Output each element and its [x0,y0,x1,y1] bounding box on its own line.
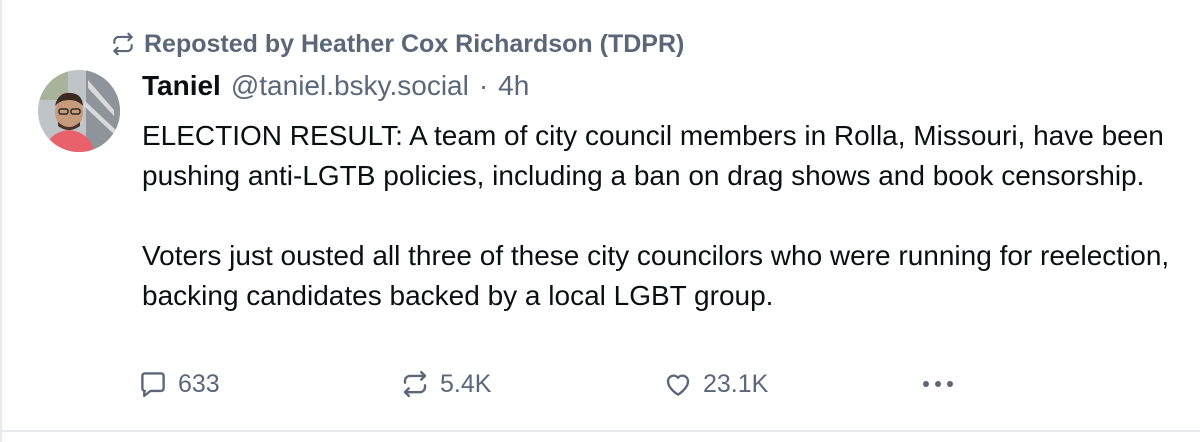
repost-icon [110,31,136,57]
reply-button[interactable]: 633 [138,362,220,406]
header-separator: · [478,70,489,101]
bottom-divider [0,430,1200,432]
post-paragraph: Voters just ousted all three of these ci… [142,240,1170,311]
avatar[interactable] [38,70,120,152]
like-button[interactable]: 23.1K [663,362,768,406]
author-handle[interactable]: @taniel.bsky.social [231,70,469,102]
more-options-button[interactable] [918,362,958,406]
reply-count: 633 [178,369,220,398]
post-body: ELECTION RESULT: A team of city council … [142,116,1182,316]
repost-button[interactable]: 5.4K [400,362,491,406]
repost-indicator[interactable]: Reposted by Heather Cox Richardson (TDPR… [110,28,684,60]
repost-label: Reposted by Heather Cox Richardson (TDPR… [144,29,685,58]
reply-icon [138,369,168,399]
post-card[interactable]: Reposted by Heather Cox Richardson (TDPR… [0,0,1200,442]
post-paragraph: ELECTION RESULT: A team of city council … [142,120,1164,191]
author-display-name[interactable]: Taniel [142,70,221,102]
like-icon [663,369,693,399]
repost-count: 5.4K [440,369,492,398]
more-icon [918,369,958,399]
left-divider [0,0,2,442]
post-actions: 633 5.4K 23.1K [138,362,978,406]
post-header: Taniel @taniel.bsky.social · 4h [142,70,529,106]
repost-icon [400,369,430,399]
like-count: 23.1K [703,369,769,398]
post-timestamp[interactable]: 4h [498,70,529,102]
